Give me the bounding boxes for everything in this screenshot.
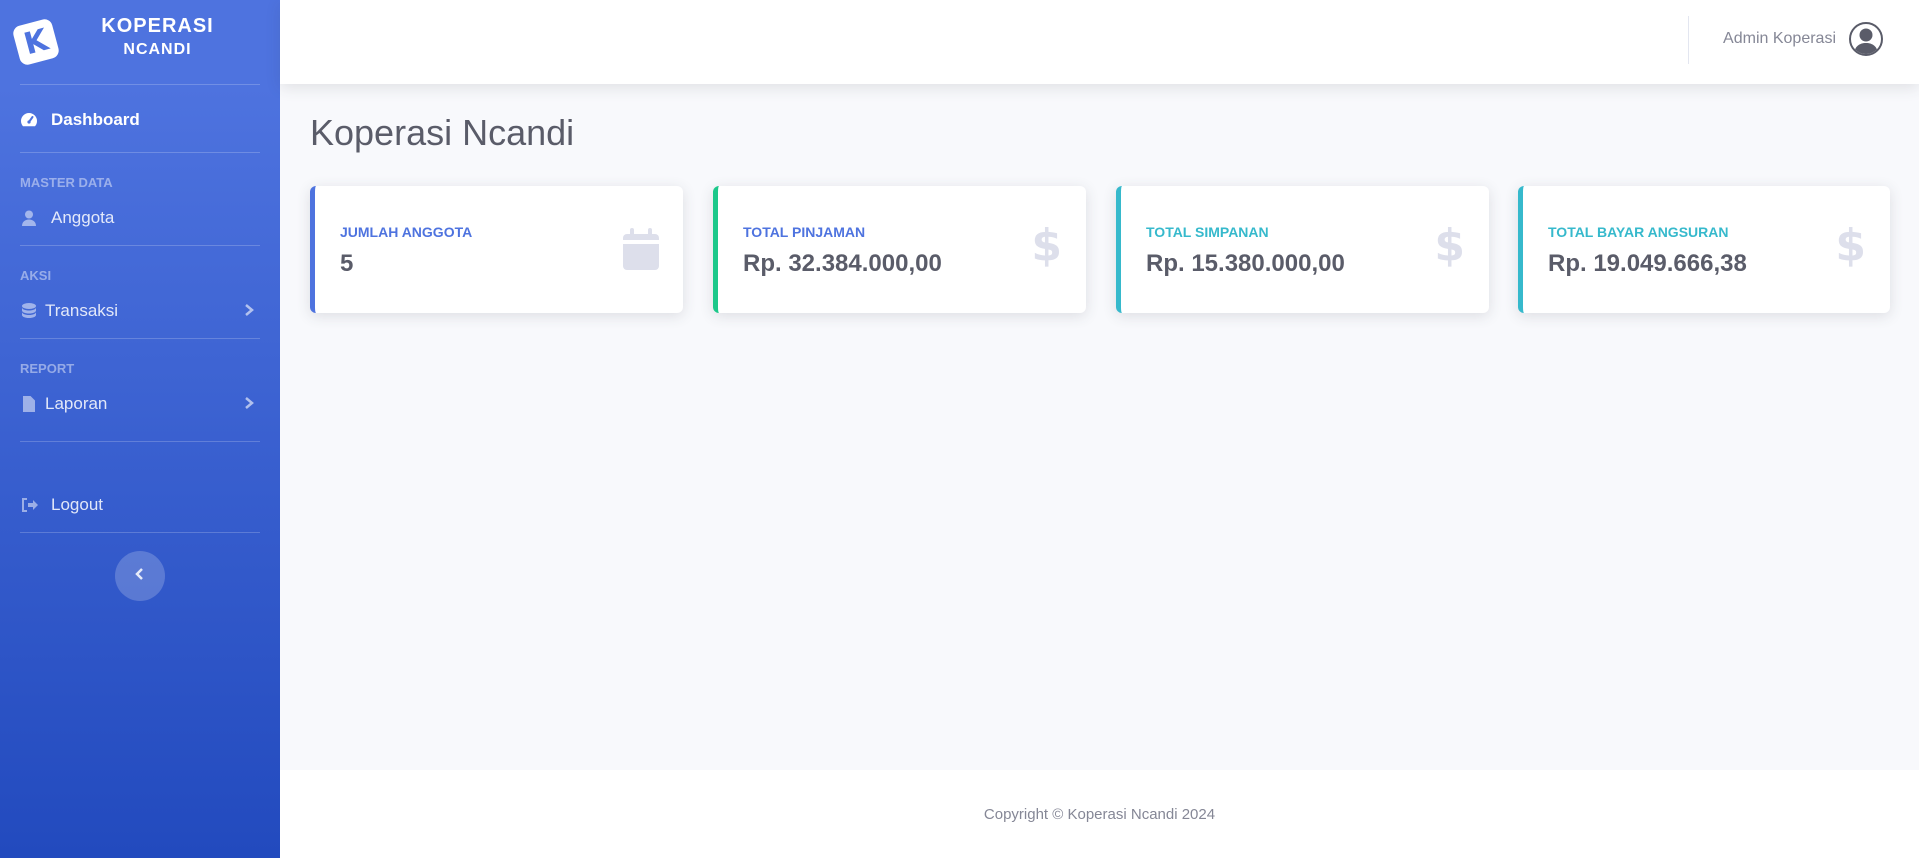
card-label: JUMLAH ANGGOTA (340, 224, 473, 240)
user-avatar-icon (1854, 28, 1878, 54)
dollar-icon: $ (1835, 220, 1866, 271)
brand-line1: KOPERASI (101, 15, 214, 37)
sidebar-item-laporan[interactable]: Laporan (0, 377, 280, 431)
card-label: TOTAL BAYAR ANGSURAN (1548, 224, 1729, 240)
brand-name: KOPERASI NCANDI (100, 14, 215, 62)
sidebar-heading-aksi: AKSI (20, 268, 52, 283)
stat-card-total-simpanan: TOTAL SIMPANAN Rp. 15.380.000,00 $ (1116, 186, 1489, 313)
sidebar-item-label: Anggota (51, 208, 115, 227)
sign-out-icon (20, 496, 38, 514)
sidebar-item-anggota[interactable]: Anggota (0, 191, 280, 245)
stat-card-jumlah-anggota: JUMLAH ANGGOTA 5 (310, 186, 683, 313)
chevron-left-icon (135, 567, 145, 586)
database-icon (20, 302, 38, 320)
file-icon (20, 395, 38, 413)
sidebar-item-label: Transaksi (45, 301, 119, 320)
calendar-icon (623, 228, 659, 275)
card-label: TOTAL PINJAMAN (743, 224, 866, 240)
tachometer-icon (20, 111, 38, 129)
card-value: Rp. 32.384.000,00 (743, 250, 942, 277)
sidebar-item-transaksi[interactable]: Transaksi (0, 284, 280, 338)
topbar-divider (1688, 16, 1689, 64)
stat-card-total-pinjaman: TOTAL PINJAMAN Rp. 32.384.000,00 $ (713, 186, 1086, 313)
sidebar-heading-master-data: MASTER DATA (20, 175, 113, 190)
card-value: Rp. 15.380.000,00 (1146, 250, 1345, 277)
card-label: TOTAL SIMPANAN (1146, 224, 1269, 240)
sidebar-item-label: Logout (51, 495, 103, 514)
divider (20, 441, 260, 442)
stat-card-total-bayar-angsuran: TOTAL BAYAR ANGSURAN Rp. 19.049.666,38 $ (1518, 186, 1890, 313)
footer: Copyright © Koperasi Ncandi 2024 (280, 770, 1919, 858)
page-title: Koperasi Ncandi (310, 112, 575, 153)
divider (20, 84, 260, 85)
sidebar-item-logout[interactable]: Logout (0, 478, 280, 532)
sidebar-item-dashboard[interactable]: Dashboard (0, 93, 280, 147)
brand-line2: NCANDI (123, 41, 192, 58)
dollar-icon: $ (1434, 220, 1465, 271)
user-icon (20, 209, 38, 227)
sidebar-heading-report: REPORT (20, 361, 75, 376)
brand[interactable]: K KOPERASI NCANDI (0, 0, 280, 84)
sidebar-item-label: Dashboard (51, 110, 140, 129)
chevron-right-icon (244, 302, 254, 322)
copyright-text: Copyright © Koperasi Ncandi 2024 (983, 805, 1216, 823)
avatar[interactable] (1849, 22, 1883, 56)
card-value: 5 (340, 250, 354, 277)
card-value: Rp. 19.049.666,38 (1548, 250, 1747, 277)
sidebar-item-label: Laporan (45, 394, 108, 413)
sidebar: K KOPERASI NCANDI Dashboard MASTER DATA … (0, 0, 280, 858)
topbar: Admin Koperasi (280, 0, 1919, 84)
user-name[interactable]: Admin Koperasi (1723, 30, 1836, 48)
chevron-right-icon (244, 395, 254, 415)
divider (20, 532, 260, 533)
sidebar-toggle-button[interactable] (115, 551, 165, 601)
dollar-icon: $ (1031, 220, 1062, 271)
brand-logo: K (11, 17, 61, 67)
